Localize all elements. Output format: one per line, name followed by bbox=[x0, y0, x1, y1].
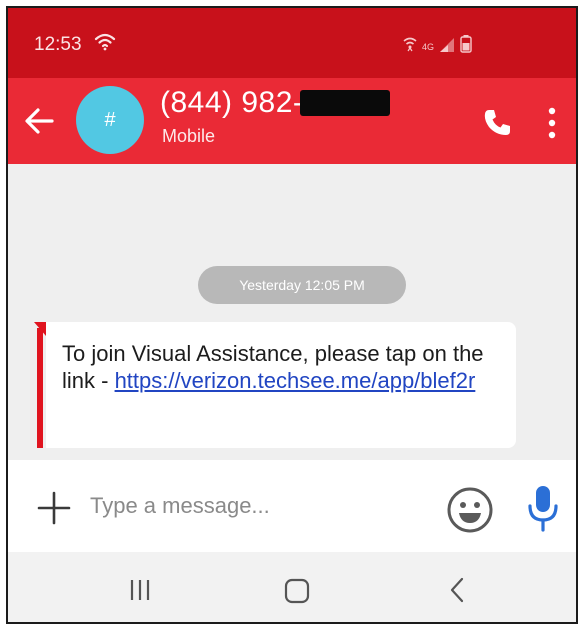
message-bubble[interactable]: To join Visual Assistance, please tap on… bbox=[46, 322, 516, 448]
back-chevron-icon bbox=[450, 577, 464, 603]
home-button[interactable] bbox=[284, 578, 310, 604]
network-type-label: 4G bbox=[422, 41, 435, 52]
more-vert-icon bbox=[548, 107, 556, 139]
compose-bar bbox=[8, 460, 576, 552]
voice-input-button[interactable] bbox=[526, 484, 560, 532]
phone-icon bbox=[484, 110, 510, 135]
contact-type-label: Mobile bbox=[162, 126, 216, 146]
status-icons: 4G bbox=[402, 35, 472, 58]
back-arrow-icon bbox=[25, 108, 54, 134]
back-button[interactable] bbox=[22, 104, 56, 138]
emoji-icon bbox=[447, 487, 493, 533]
redaction-mark bbox=[300, 90, 390, 116]
contact-number[interactable]: (844) 982- bbox=[160, 86, 303, 120]
hotspot-icon bbox=[402, 36, 418, 57]
system-back-button[interactable] bbox=[448, 576, 466, 604]
phone-screen: 12:53 4G # (844) 982- Mobile Yesterday 1… bbox=[6, 6, 578, 624]
battery-icon bbox=[460, 35, 472, 58]
message-input[interactable] bbox=[90, 488, 430, 524]
mic-icon bbox=[528, 486, 558, 532]
contact-avatar[interactable]: # bbox=[76, 86, 144, 154]
conversation-header: # (844) 982- Mobile bbox=[8, 78, 576, 164]
recents-button[interactable] bbox=[126, 578, 154, 602]
add-attachment-button[interactable] bbox=[36, 490, 72, 526]
date-separator: Yesterday 12:05 PM bbox=[198, 266, 406, 304]
wifi-calling-icon bbox=[94, 32, 116, 57]
home-icon bbox=[284, 578, 310, 604]
message-accent-bar bbox=[37, 328, 43, 448]
status-time: 12:53 bbox=[34, 34, 82, 55]
more-options-button[interactable] bbox=[544, 104, 560, 142]
system-nav-bar bbox=[8, 552, 576, 622]
message-link[interactable]: https://verizon.techsee.me/app/blef2r bbox=[115, 368, 476, 393]
status-bar: 12:53 4G bbox=[8, 8, 576, 78]
signal-icon bbox=[438, 36, 456, 57]
emoji-button[interactable] bbox=[446, 486, 494, 534]
plus-icon bbox=[37, 491, 71, 525]
message-list[interactable]: Yesterday 12:05 PM To join Visual Assist… bbox=[8, 164, 576, 460]
recents-icon bbox=[130, 580, 150, 600]
call-button[interactable] bbox=[480, 106, 514, 140]
